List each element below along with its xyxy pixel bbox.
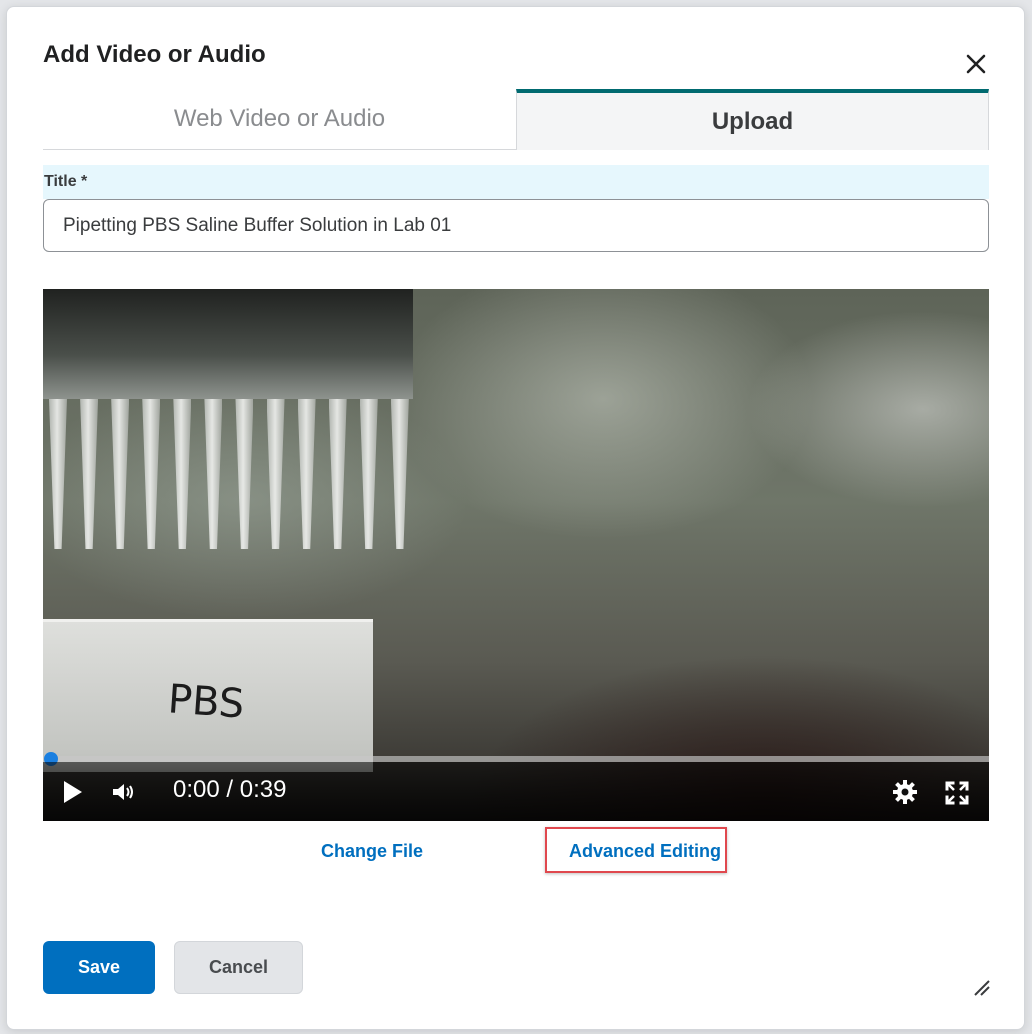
fullscreen-button[interactable] [944,780,970,806]
tab-list: Web Video or Audio Upload [43,89,989,150]
title-input[interactable] [43,199,989,252]
change-file-link[interactable]: Change File [321,841,423,862]
volume-icon [113,784,133,800]
video-player[interactable]: PBS 0:00 / 0:39 [43,289,989,821]
video-pipette-head [43,289,413,399]
save-button[interactable]: Save [43,941,155,994]
resize-grip-icon [974,980,990,996]
close-button[interactable] [957,45,995,83]
play-icon [64,781,82,803]
title-label: Title * [44,173,88,190]
settings-gear-icon [893,780,917,804]
tab-upload[interactable]: Upload [516,89,989,150]
play-button[interactable] [61,779,85,805]
dialog-title: Add Video or Audio [43,41,266,68]
time-display: 0:00 / 0:39 [173,776,287,803]
file-actions: Change File Advanced Editing [7,827,1026,877]
video-controls: 0:00 / 0:39 [43,762,989,821]
video-pipette-tips [49,399,409,559]
close-icon [966,54,986,74]
tab-web-video-or-audio[interactable]: Web Video or Audio [43,89,516,150]
video-rack-label: PBS [166,676,246,728]
title-label-bar: Title * [43,165,989,199]
resize-handle[interactable] [971,977,991,997]
cancel-button[interactable]: Cancel [174,941,303,994]
add-video-dialog: Add Video or Audio Web Video or Audio Up… [6,6,1025,1030]
advanced-editing-link[interactable]: Advanced Editing [569,841,721,862]
fullscreen-icon [945,781,969,805]
volume-button[interactable] [111,781,137,803]
settings-button[interactable] [892,779,918,805]
